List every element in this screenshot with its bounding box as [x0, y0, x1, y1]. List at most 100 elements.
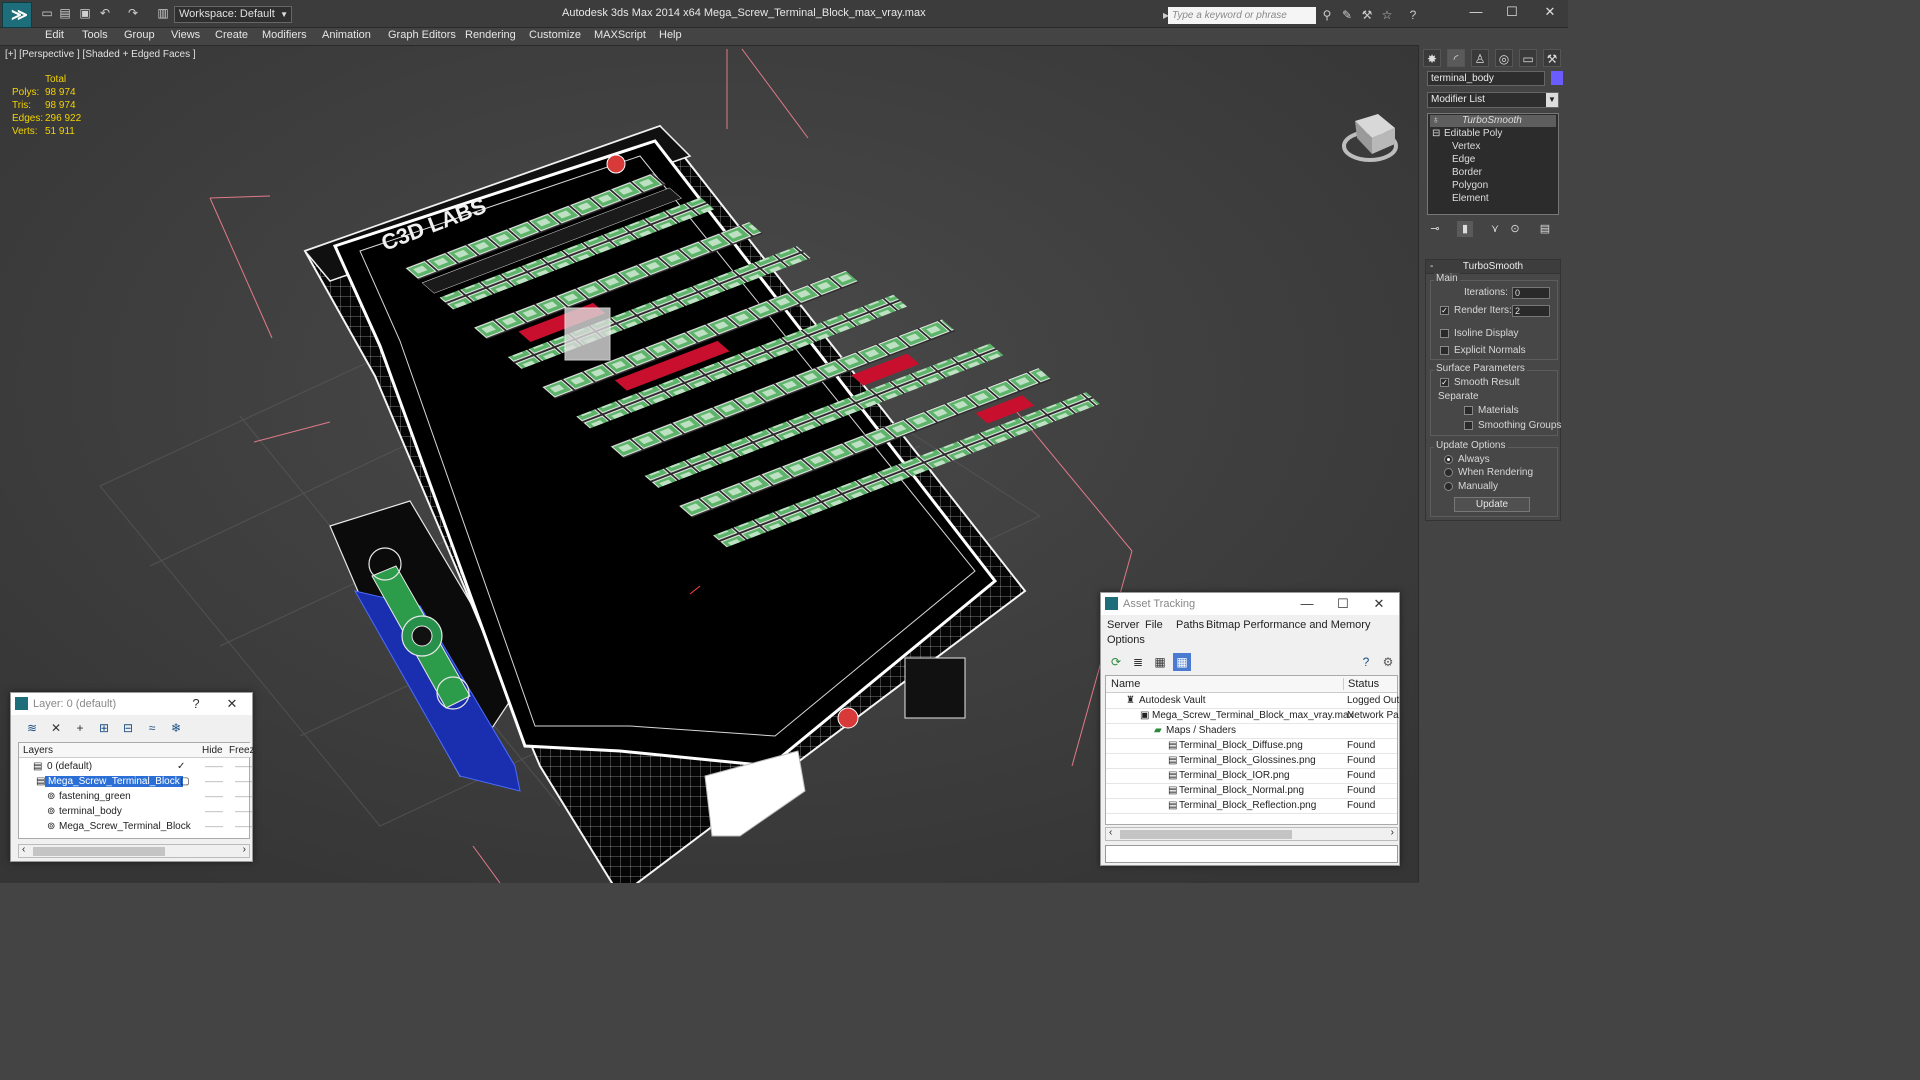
display-tab-icon[interactable]: ▭ — [1519, 49, 1537, 67]
close-window-button[interactable]: ✕ — [1540, 4, 1560, 20]
menu-animation[interactable]: Animation — [322, 29, 371, 41]
configure-sets-icon[interactable]: ▤ — [1537, 221, 1553, 237]
lightbulb-icon[interactable]: ♁ — [1432, 115, 1440, 126]
hierarchy-tab-icon[interactable]: ♙ — [1471, 49, 1489, 67]
stack-item[interactable]: Editable Poly — [1444, 128, 1502, 139]
always-radio[interactable] — [1444, 455, 1453, 464]
iterations-spinner[interactable]: 0 — [1512, 287, 1550, 299]
table-view-icon[interactable]: ▦ — [1151, 653, 1169, 671]
freeze-toggle[interactable]: —— — [235, 806, 253, 816]
freeze-toggle[interactable]: —— — [235, 761, 253, 771]
hide-all-layers-icon[interactable]: ≈ — [143, 719, 161, 737]
smoothing-groups-checkbox[interactable] — [1464, 421, 1473, 430]
menu-help[interactable]: Help — [659, 29, 682, 41]
remove-modifier-icon[interactable]: ⊙ — [1507, 221, 1523, 237]
manually-radio[interactable] — [1444, 482, 1453, 491]
col-freeze[interactable]: Freez — [229, 745, 255, 756]
undo-icon[interactable]: ↶ — [98, 6, 112, 20]
asset-window-titlebar[interactable]: Asset Tracking — ☐ ✕ — [1101, 593, 1399, 615]
stack-item[interactable]: Border — [1452, 167, 1482, 178]
help-icon[interactable]: ? — [1406, 8, 1420, 22]
menu-server[interactable]: Server — [1107, 619, 1139, 631]
delete-layer-icon[interactable]: ✕ — [47, 719, 65, 737]
create-tab-icon[interactable]: ✸ — [1423, 49, 1441, 67]
close-icon[interactable]: ✕ — [1369, 593, 1389, 615]
col-layers[interactable]: Layers — [23, 745, 53, 756]
binoculars-icon[interactable]: ⚲ — [1320, 8, 1334, 22]
menu-rendering[interactable]: Rendering — [465, 29, 516, 41]
app-menu-button[interactable]: ≫ — [2, 2, 32, 28]
save-file-icon[interactable]: ▣ — [78, 6, 92, 20]
col-name[interactable]: Name — [1111, 678, 1140, 690]
asset-row[interactable]: ▤ Terminal_Block_Normal.png Found — [1106, 784, 1397, 799]
update-button[interactable]: Update — [1454, 497, 1530, 512]
collapse-icon[interactable]: ⊟ — [1432, 128, 1440, 139]
stack-item[interactable]: Polygon — [1452, 180, 1488, 191]
menu-bitmap-performance[interactable]: Bitmap Performance and Memory — [1206, 619, 1370, 631]
minimize-window-button[interactable]: — — [1466, 4, 1486, 20]
menu-paths[interactable]: Paths — [1176, 619, 1204, 631]
hide-toggle[interactable]: —— — [205, 791, 223, 801]
grid-view-icon[interactable]: ▦ — [1173, 653, 1191, 671]
asset-horizontal-scrollbar[interactable]: ‹ › — [1105, 827, 1398, 841]
render-iters-checkbox[interactable]: ✓ — [1440, 306, 1449, 315]
freeze-all-layers-icon[interactable]: ❄ — [167, 719, 185, 737]
layer-row[interactable]: ⊚ fastening_green —— —— — [19, 790, 253, 805]
favorites-star-icon[interactable]: ☆ — [1380, 8, 1394, 22]
modifier-stack[interactable]: ♁ TurboSmooth ⊟ Editable Poly Vertex Edg… — [1427, 113, 1559, 215]
scrollbar-thumb[interactable] — [1120, 830, 1292, 839]
motion-tab-icon[interactable]: ◎ — [1495, 49, 1513, 67]
modify-tab-icon[interactable]: ◜ — [1447, 49, 1465, 67]
communication-center-icon[interactable]: ✎ — [1340, 8, 1354, 22]
utilities-tab-icon[interactable]: ⚒ — [1543, 49, 1561, 67]
asset-row[interactable]: ▤ Terminal_Block_Diffuse.png Found — [1106, 739, 1397, 754]
rollout-header[interactable]: - TurboSmooth — [1426, 260, 1560, 274]
maximize-window-button[interactable]: ☐ — [1502, 4, 1522, 20]
stack-item[interactable]: Element — [1452, 193, 1489, 204]
current-layer-icon[interactable]: ▢ — [177, 776, 192, 787]
asset-row[interactable]: ▤ Terminal_Block_Glossines.png Found — [1106, 754, 1397, 769]
asset-row[interactable]: ▤ Terminal_Block_IOR.png Found — [1106, 769, 1397, 784]
freeze-toggle[interactable]: —— — [235, 776, 253, 786]
modifier-list-dropdown[interactable]: Modifier List ▼ — [1427, 92, 1559, 108]
help-button[interactable]: ? — [186, 693, 206, 715]
freeze-toggle[interactable]: —— — [235, 821, 253, 831]
layer-row[interactable]: ⊚ Mega_Screw_Terminal_Block —— —— — [19, 820, 253, 835]
explicit-normals-checkbox[interactable] — [1440, 346, 1449, 355]
when-rendering-radio[interactable] — [1444, 468, 1453, 477]
select-layer-icon[interactable]: ⊟ — [119, 719, 137, 737]
hide-toggle[interactable]: —— — [205, 776, 223, 786]
scrollbar-thumb[interactable] — [33, 847, 165, 856]
materials-checkbox[interactable] — [1464, 406, 1473, 415]
highlight-help-icon[interactable]: ? — [1357, 653, 1375, 671]
pin-stack-icon[interactable]: ⊸ — [1427, 221, 1443, 237]
asset-row[interactable]: ▣ Mega_Screw_Terminal_Block_max_vray.max N… — [1106, 709, 1399, 724]
show-end-result-icon[interactable]: ▮ — [1457, 221, 1473, 237]
scroll-left-icon[interactable]: ‹ — [1109, 827, 1112, 838]
asset-row[interactable]: ♜ Autodesk Vault Logged Out — [1106, 694, 1399, 709]
menu-tools[interactable]: Tools — [82, 29, 108, 41]
redo-icon[interactable]: ↷ — [126, 6, 140, 20]
hide-toggle[interactable]: —— — [205, 761, 223, 771]
menu-edit[interactable]: Edit — [45, 29, 64, 41]
asset-row[interactable]: ▤ Terminal_Block_Reflection.png Found — [1106, 799, 1397, 814]
make-unique-icon[interactable]: ⋎ — [1487, 221, 1503, 237]
hide-toggle[interactable]: —— — [205, 806, 223, 816]
subscription-icon[interactable]: ⚒ — [1360, 8, 1374, 22]
scroll-right-icon[interactable]: › — [1391, 827, 1394, 838]
stack-item[interactable]: Edge — [1452, 154, 1475, 165]
menu-file[interactable]: File — [1145, 619, 1163, 631]
search-input[interactable]: Type a keyword or phrase — [1168, 7, 1316, 24]
project-folder-icon[interactable]: ▥ — [156, 6, 170, 20]
col-status[interactable]: Status — [1343, 678, 1379, 690]
open-file-icon[interactable]: ▤ — [58, 6, 72, 20]
object-color-swatch[interactable] — [1551, 71, 1563, 85]
hide-toggle[interactable]: —— — [205, 821, 223, 831]
stack-item[interactable]: Vertex — [1452, 141, 1480, 152]
col-hide[interactable]: Hide — [202, 745, 223, 756]
freeze-toggle[interactable]: —— — [235, 791, 253, 801]
scroll-right-icon[interactable]: › — [243, 844, 246, 855]
menu-views[interactable]: Views — [171, 29, 200, 41]
smooth-result-checkbox[interactable]: ✓ — [1440, 378, 1449, 387]
add-to-layer-icon[interactable]: + — [71, 719, 89, 737]
